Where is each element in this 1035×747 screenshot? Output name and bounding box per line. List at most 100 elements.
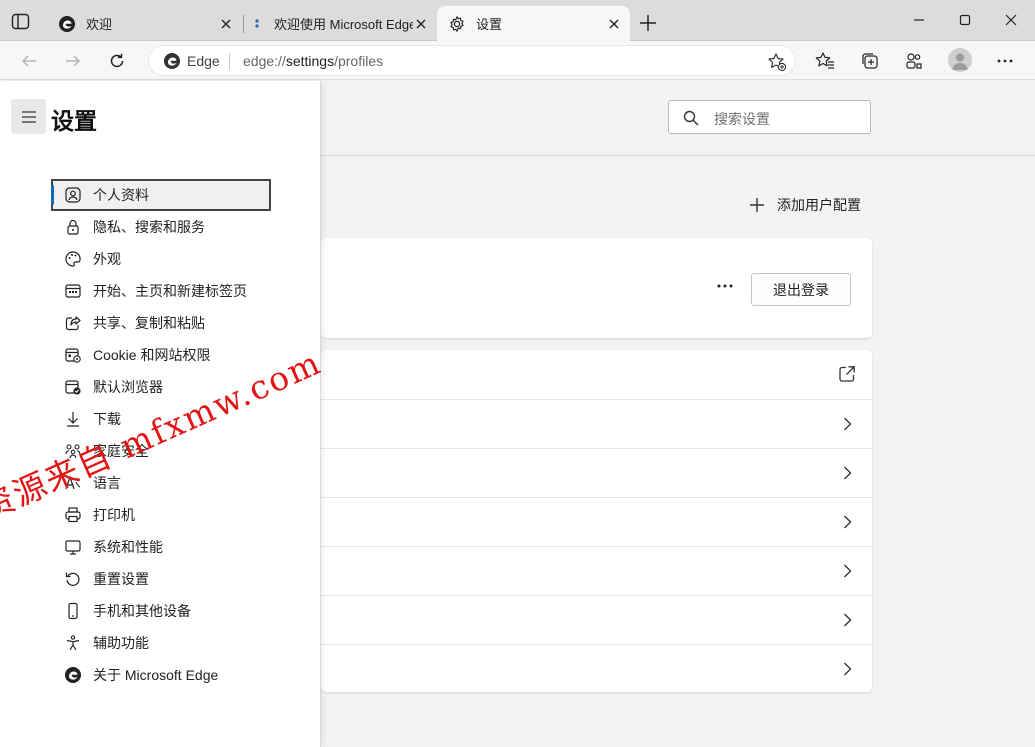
home-grid-icon	[64, 282, 82, 300]
nav-item-label: 开始、主页和新建标签页	[93, 283, 247, 299]
plus-icon	[748, 196, 766, 214]
page-title: 设置	[51, 108, 97, 134]
back-icon[interactable]	[18, 50, 40, 72]
share-icon	[64, 314, 82, 332]
nav-item-phone[interactable]: 手机和其他设备	[51, 595, 271, 627]
list-item[interactable]	[321, 644, 872, 693]
tab-settings[interactable]: 设置	[437, 6, 630, 41]
gear-icon	[448, 15, 466, 33]
nav-item-label: 默认浏览器	[93, 379, 163, 395]
close-icon[interactable]	[218, 16, 234, 32]
list-item[interactable]	[321, 595, 872, 644]
search-input[interactable]: 搜索设置	[668, 100, 871, 134]
profile-avatar-icon[interactable]	[948, 48, 972, 72]
lock-icon	[64, 218, 82, 236]
list-item[interactable]	[321, 350, 872, 399]
chevron-right-icon	[838, 415, 856, 433]
add-profile-button[interactable]: 添加用户配置	[748, 195, 861, 215]
add-favorite-icon[interactable]	[767, 52, 787, 72]
nav-item-languages[interactable]: 语言	[51, 467, 271, 499]
edge-logo-icon	[58, 15, 76, 33]
loading-icon	[250, 15, 264, 33]
nav-item-label: 个人资料	[93, 187, 149, 203]
external-link-icon	[838, 365, 856, 383]
nav-item-label: 手机和其他设备	[93, 603, 191, 619]
list-item[interactable]	[321, 546, 872, 595]
nav-item-privacy[interactable]: 隐私、搜索和服务	[51, 211, 271, 243]
accessibility-icon	[64, 634, 82, 652]
nav-item-label: 重置设置	[93, 571, 149, 587]
nav-item-profiles[interactable]: 个人资料	[51, 179, 271, 211]
system-icon	[64, 538, 82, 556]
nav-item-printers[interactable]: 打印机	[51, 499, 271, 531]
nav-item-downloads[interactable]: 下载	[51, 403, 271, 435]
nav-item-accessibility[interactable]: 辅助功能	[51, 627, 271, 659]
list-item[interactable]	[321, 497, 872, 546]
address-divider	[229, 53, 230, 70]
nav-item-start-home[interactable]: 开始、主页和新建标签页	[51, 275, 271, 307]
menu-icon[interactable]	[11, 99, 46, 134]
forward-icon[interactable]	[62, 50, 84, 72]
nav-item-label: 系统和性能	[93, 539, 163, 555]
list-item[interactable]	[321, 399, 872, 448]
chevron-right-icon	[838, 562, 856, 580]
tab-title: 欢迎使用 Microsoft Edge	[274, 17, 413, 32]
edge-logo-icon	[64, 666, 82, 684]
nav-item-label: 关于 Microsoft Edge	[93, 667, 219, 683]
list-item[interactable]	[321, 448, 872, 497]
nav-item-label: 隐私、搜索和服务	[93, 219, 205, 235]
tab-title: 欢迎	[86, 17, 113, 32]
nav-item-share-copy[interactable]: 共享、复制和粘贴	[51, 307, 271, 339]
nav-item-label: 下载	[93, 411, 121, 427]
palette-icon	[64, 250, 82, 268]
nav-item-default-browser[interactable]: 默认浏览器	[51, 371, 271, 403]
phone-icon	[64, 602, 82, 620]
chevron-right-icon	[838, 464, 856, 482]
browser-toolbar: Edge edge://settings/profiles	[0, 41, 1035, 80]
tab-strip: 欢迎 欢迎使用 Microsoft Edge 设置	[0, 0, 1035, 41]
maximize-icon[interactable]	[955, 10, 975, 30]
edge-logo-icon	[163, 52, 181, 70]
url-text: edge://settings/profiles	[243, 53, 383, 69]
close-icon[interactable]	[413, 16, 429, 32]
nav-item-appearance[interactable]: 外观	[51, 243, 271, 275]
search-icon	[682, 109, 700, 127]
chevron-right-icon	[838, 660, 856, 678]
sign-out-button[interactable]: 退出登录	[751, 273, 851, 306]
nav-item-cookies[interactable]: Cookie 和网站权限	[51, 339, 271, 371]
more-menu-icon[interactable]	[994, 50, 1016, 72]
tab-welcome-edge[interactable]: 欢迎使用 Microsoft Edge	[244, 6, 437, 41]
nav-item-label: 辅助功能	[93, 635, 149, 651]
favorites-icon[interactable]	[814, 50, 836, 72]
nav-item-about[interactable]: 关于 Microsoft Edge	[51, 659, 271, 691]
nav-item-label: 语言	[93, 475, 121, 491]
nav-item-family[interactable]: 家庭安全	[51, 435, 271, 467]
nav-item-label: 外观	[93, 251, 121, 267]
window-close-icon[interactable]	[1001, 10, 1021, 30]
download-icon	[64, 410, 82, 428]
settings-header: 搜索设置	[321, 81, 1035, 156]
nav-item-system[interactable]: 系统和性能	[51, 531, 271, 563]
chevron-right-icon	[838, 611, 856, 629]
person-icon	[64, 186, 82, 204]
printer-icon	[64, 506, 82, 524]
reset-icon	[64, 570, 82, 588]
search-placeholder: 搜索设置	[714, 111, 770, 127]
new-tab-icon[interactable]	[637, 12, 659, 34]
nav-item-label: Cookie 和网站权限	[93, 347, 211, 363]
nav-item-reset[interactable]: 重置设置	[51, 563, 271, 595]
collections-icon[interactable]	[859, 50, 881, 72]
more-options-icon[interactable]	[713, 278, 737, 294]
profile-card: 退出登录	[321, 238, 872, 338]
url-prefix: edge://	[243, 53, 286, 69]
tab-welcome[interactable]: 欢迎	[47, 6, 242, 41]
tab-actions-icon[interactable]	[11, 13, 31, 31]
minimize-icon[interactable]	[909, 10, 929, 30]
close-icon[interactable]	[606, 16, 622, 32]
settings-sidebar: 设置 个人资料 隐私、搜索和服务 外观 开始、主页和新建标签页 共享、复制和粘贴…	[0, 81, 321, 747]
extensions-icon[interactable]	[903, 50, 925, 72]
site-label: Edge	[187, 53, 220, 69]
profile-settings-list	[321, 350, 872, 692]
address-bar[interactable]: Edge edge://settings/profiles	[148, 45, 796, 76]
refresh-icon[interactable]	[106, 50, 128, 72]
